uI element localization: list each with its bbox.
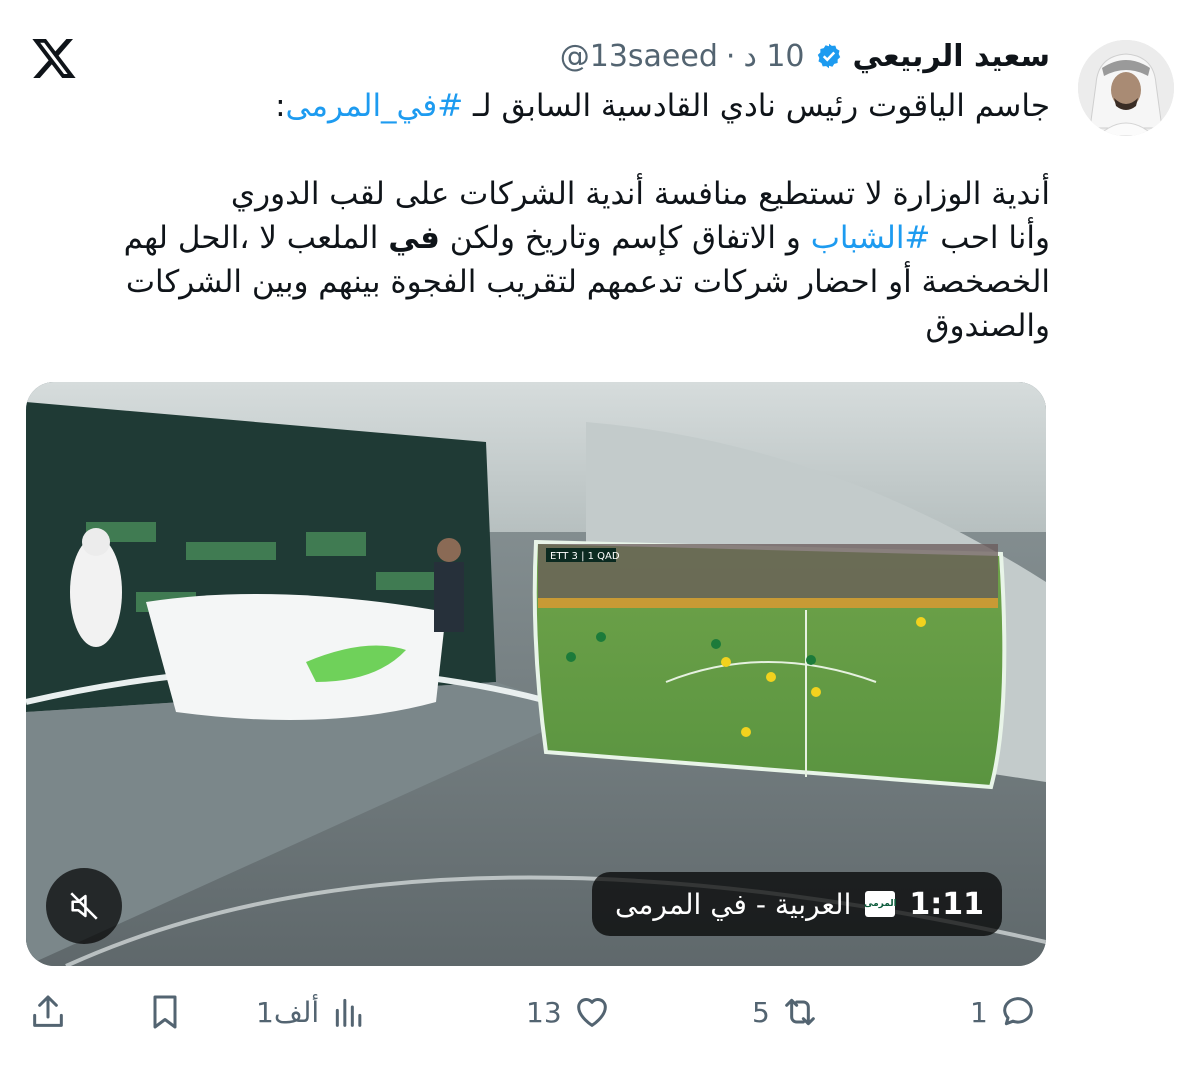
mute-button[interactable] (46, 868, 122, 944)
tweet-header: سعيد الربيعي @13saeed · 10 د (560, 36, 1050, 76)
hashtag-fi-almarma[interactable]: #في_المرمى (286, 88, 464, 124)
views-button[interactable]: 1ألف (256, 990, 369, 1034)
x-logo-icon[interactable] (30, 34, 78, 82)
bookmark-icon (153, 995, 177, 1029)
avatar[interactable] (1078, 40, 1174, 136)
speaker-muted-icon (70, 892, 98, 920)
like-count: 13 (526, 995, 562, 1029)
repost-button[interactable]: 5 (752, 990, 820, 1034)
scoreboard: ETT 3 | 1 QAD (550, 551, 620, 562)
views-count: 1ألف (256, 995, 320, 1029)
meta-separator: · (725, 38, 736, 74)
body-line-4: والصندوق (925, 308, 1050, 344)
channel-name[interactable]: العربية - في المرمى (615, 888, 851, 921)
share-button[interactable] (28, 990, 68, 1034)
heart-icon (576, 998, 607, 1027)
reply-bubble-icon (1002, 997, 1033, 1026)
bookmark-button[interactable] (145, 990, 185, 1034)
body-text-bold: في (388, 220, 440, 256)
body-text-c: الملعب لا ،الحل لهم (123, 220, 389, 256)
body-text-b: و الاتفاق كإسم وتاريخ ولكن (439, 220, 811, 256)
hashtag-alshabab[interactable]: #الشباب (811, 220, 931, 256)
share-icon (33, 995, 63, 1027)
tweet-intro-line: جاسم الياقوت رئيس نادي القادسية السابق ل… (40, 84, 1050, 128)
like-button[interactable]: 13 (526, 990, 612, 1034)
intro-colon: : (275, 88, 286, 124)
video-info-pill: 1:11 المرمى العربية - في المرمى (592, 872, 1002, 936)
body-line-3: الخصخصة أو احضار شركات تدعمهم لتقريب الف… (125, 264, 1050, 300)
body-line-1: أندية الوزارة لا تستطيع منافسة أندية الش… (230, 176, 1050, 212)
tweet-body: أندية الوزارة لا تستطيع منافسة أندية الش… (40, 172, 1050, 348)
author-display-name[interactable]: سعيد الربيعي (853, 39, 1050, 74)
intro-text: جاسم الياقوت رئيس نادي القادسية السابق ل… (463, 88, 1050, 124)
body-text-a: وأنا احب (930, 220, 1050, 256)
verified-badge-icon[interactable] (815, 42, 843, 70)
tweet-actions: 1ألف 13 5 1 (0, 990, 1200, 1040)
reply-count: 1 (970, 995, 988, 1029)
views-chart-icon (335, 998, 362, 1027)
author-meta: @13saeed · 10 د (560, 39, 805, 74)
repost-count: 5 (752, 995, 770, 1029)
repost-icon (784, 998, 815, 1026)
video-duration: 1:11 (909, 886, 984, 922)
author-handle[interactable]: @13saeed (560, 39, 718, 74)
tweet-timestamp[interactable]: 10 د (743, 39, 804, 74)
channel-logo: المرمى (864, 891, 897, 917)
body-line-2: وأنا احب #الشباب و الاتفاق كإسم وتاريخ و… (40, 216, 1050, 260)
video-player[interactable]: ETT 3 | 1 QAD 1:11 المرمى العربية - في ا… (26, 382, 1046, 966)
reply-button[interactable]: 1 (970, 990, 1038, 1034)
